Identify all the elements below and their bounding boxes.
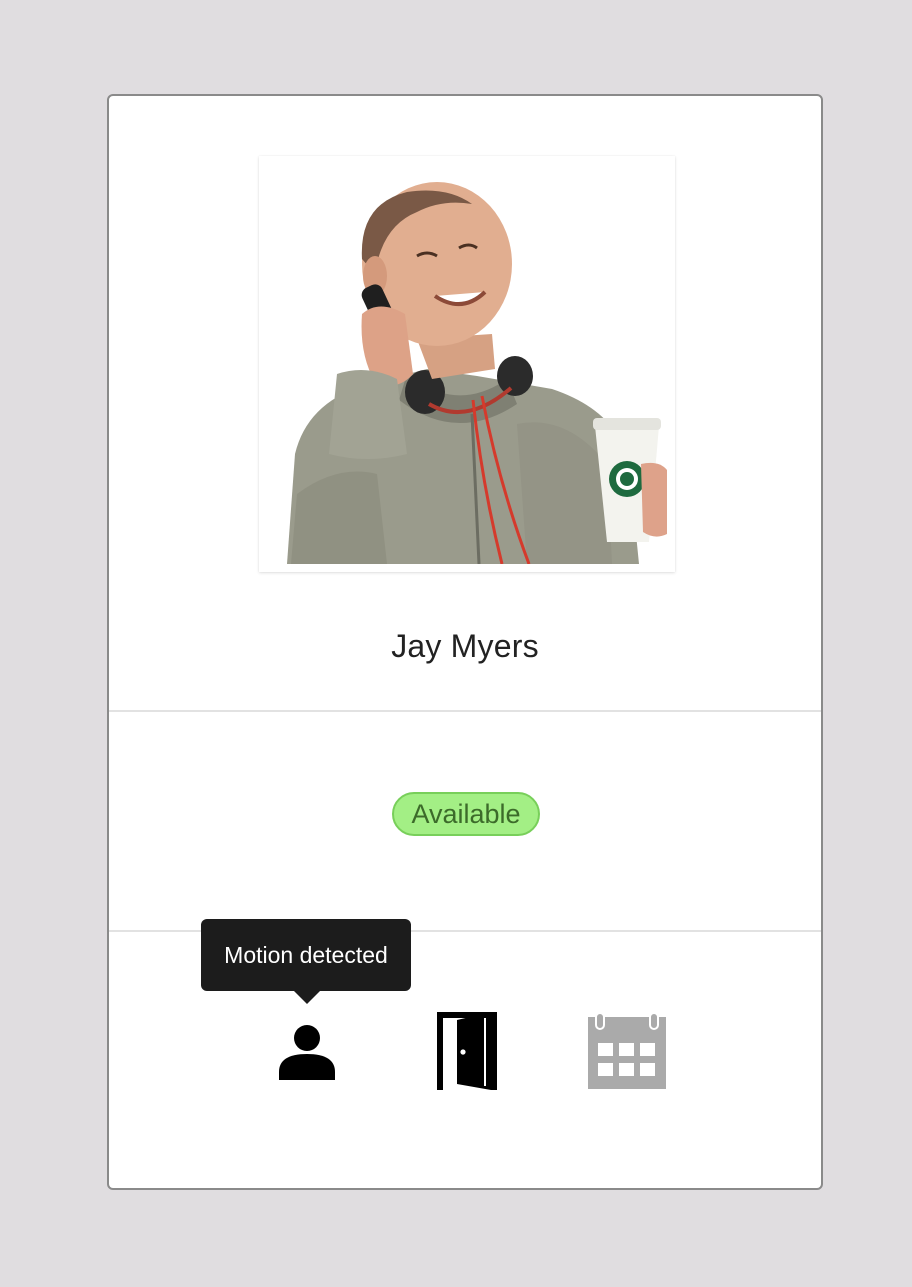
- tooltip-arrow: [294, 991, 320, 1004]
- profile-photo: [259, 156, 675, 572]
- profile-card: Jay Myers Available Motion detected: [107, 94, 823, 1190]
- motion-tooltip: Motion detected: [201, 919, 411, 991]
- divider: [109, 710, 821, 712]
- person-icon[interactable]: [279, 1024, 335, 1080]
- calendar-icon[interactable]: [586, 1009, 668, 1091]
- status-badge: Available: [392, 792, 540, 836]
- avatar: [267, 164, 667, 564]
- door-icon[interactable]: [435, 1010, 499, 1092]
- person-name: Jay Myers: [391, 628, 539, 664]
